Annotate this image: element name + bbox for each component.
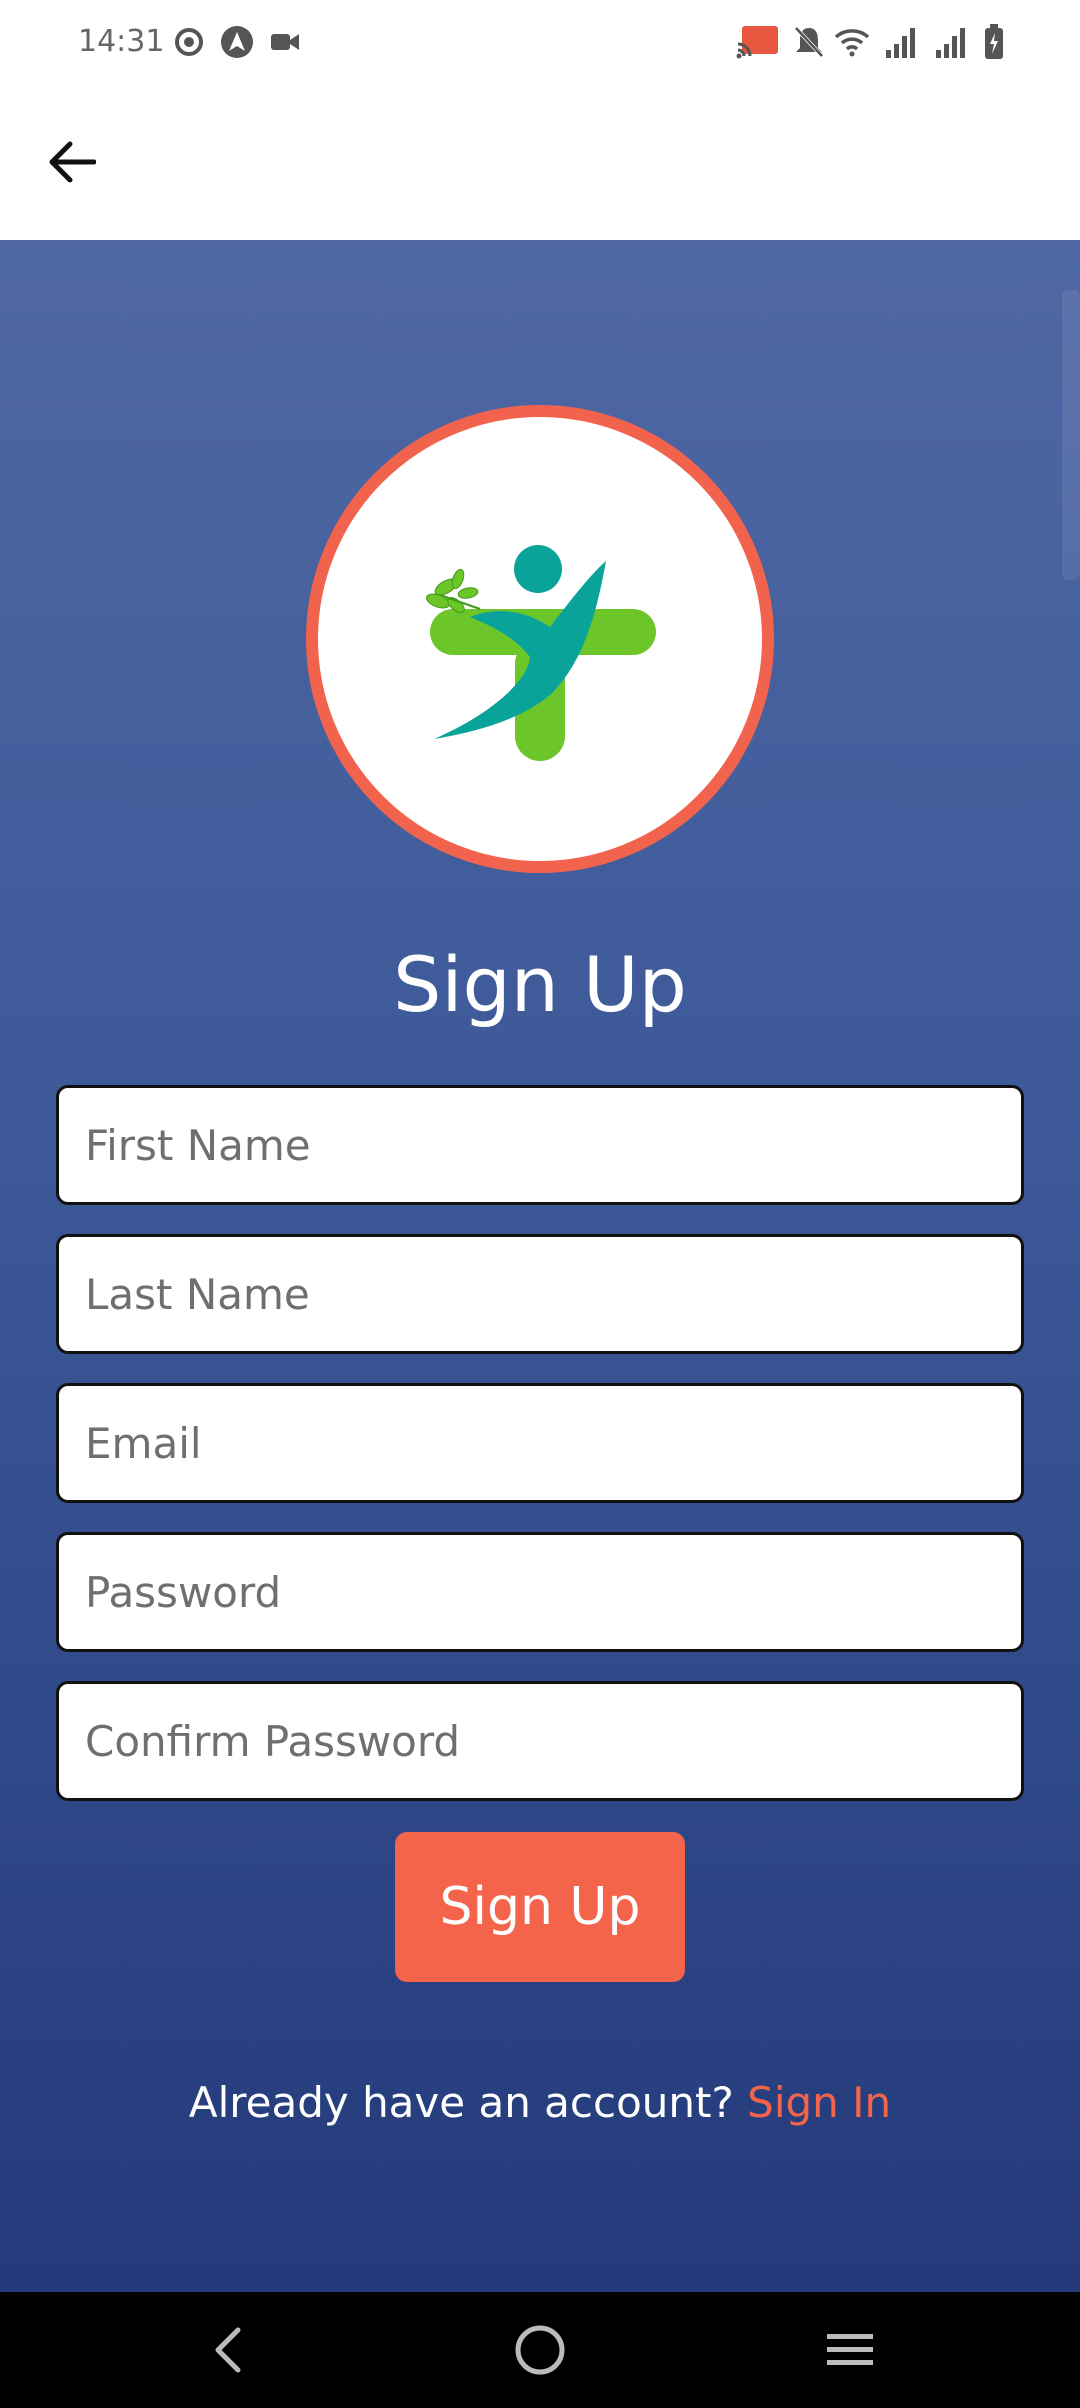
signin-prompt-row: Already have an account? Sign In bbox=[0, 2078, 1080, 2127]
status-time: 14:31 bbox=[78, 24, 165, 59]
status-circle-icon bbox=[174, 24, 204, 60]
back-triangle-icon bbox=[215, 2327, 241, 2373]
cast-icon bbox=[736, 24, 780, 60]
email-input[interactable] bbox=[85, 1386, 1021, 1500]
system-nav-bar bbox=[0, 2292, 1080, 2408]
scrollbar[interactable] bbox=[1062, 290, 1080, 580]
last-name-field[interactable] bbox=[56, 1234, 1024, 1354]
battery-icon bbox=[984, 24, 1004, 60]
sign-in-link[interactable]: Sign In bbox=[747, 2078, 891, 2127]
page-title: Sign Up bbox=[393, 940, 687, 1029]
nav-app-icon bbox=[220, 24, 254, 60]
home-circle-icon bbox=[515, 2325, 565, 2375]
app-logo bbox=[306, 405, 774, 873]
first-name-input[interactable] bbox=[85, 1088, 1021, 1202]
app-bar bbox=[0, 86, 1080, 240]
nav-back-button[interactable] bbox=[198, 2320, 258, 2380]
email-field[interactable] bbox=[56, 1383, 1024, 1503]
wifi-icon bbox=[834, 24, 870, 60]
password-field[interactable] bbox=[56, 1532, 1024, 1652]
back-button[interactable] bbox=[40, 130, 104, 194]
first-name-field[interactable] bbox=[56, 1085, 1024, 1205]
recents-menu-icon bbox=[827, 2334, 873, 2365]
status-bar: 14:31 bbox=[0, 0, 1080, 86]
signin-prompt-text: Already have an account? bbox=[188, 2078, 734, 2127]
signal-icon bbox=[934, 24, 968, 60]
confirm-password-field[interactable] bbox=[56, 1681, 1024, 1801]
signup-screen: Sign Up Sign Up Already have an account?… bbox=[0, 240, 1080, 2292]
signal-icon bbox=[884, 24, 918, 60]
sign-up-button[interactable]: Sign Up bbox=[395, 1832, 685, 1982]
health-figure-logo-icon bbox=[426, 545, 656, 761]
confirm-password-input[interactable] bbox=[85, 1684, 1021, 1798]
password-input[interactable] bbox=[85, 1535, 1021, 1649]
video-icon bbox=[270, 24, 300, 60]
arrow-left-icon bbox=[49, 141, 96, 183]
mute-icon bbox=[792, 24, 826, 60]
nav-recents-button[interactable] bbox=[820, 2320, 880, 2380]
last-name-input[interactable] bbox=[85, 1237, 1021, 1351]
nav-home-button[interactable] bbox=[510, 2320, 570, 2380]
